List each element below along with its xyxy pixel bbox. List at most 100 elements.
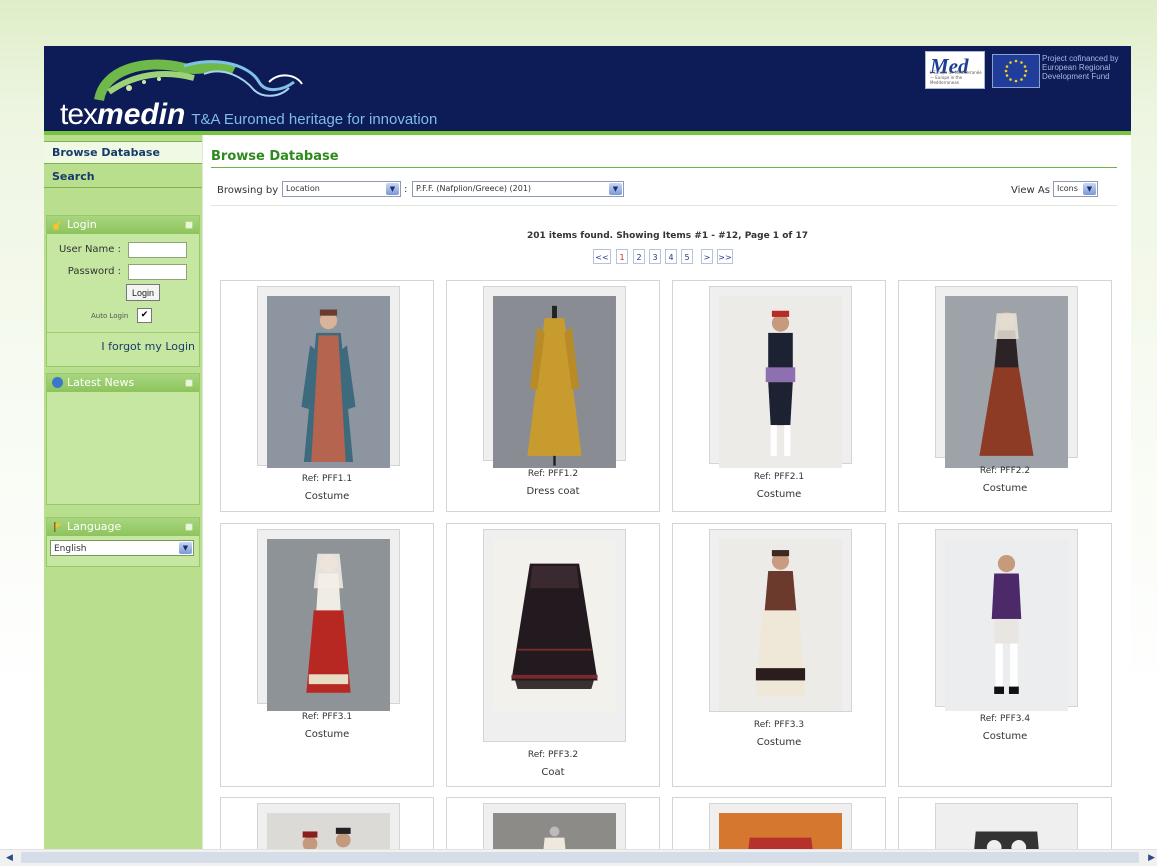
chevron-down-icon[interactable]: ▼	[179, 542, 192, 554]
logo-tagline: T&A Euromed heritage for innovation	[191, 111, 438, 128]
item-thumbnail[interactable]	[935, 803, 1078, 851]
pager-page-2[interactable]: 2	[633, 249, 645, 264]
item-card[interactable]: Ref: PFF2.1 Costume	[672, 280, 886, 512]
item-name[interactable]: Coat	[447, 767, 659, 778]
collapse-icon[interactable]	[185, 523, 193, 531]
item-ref: Ref: PFF3.1	[301, 712, 353, 722]
item-thumbnail[interactable]	[257, 286, 400, 469]
item-thumbnail[interactable]	[935, 529, 1078, 712]
browse-value-select[interactable]: P.F.F. (Nafplion/Greece) (201) ▼	[412, 181, 624, 197]
latest-news-header: Latest News	[47, 374, 199, 392]
item-thumbnail[interactable]	[483, 529, 626, 742]
site-header: texmedin T&A Euromed heritage for innovat…	[44, 46, 1131, 135]
pager-last[interactable]: >>	[717, 249, 733, 264]
view-as-select[interactable]: Icons ▼	[1053, 181, 1098, 197]
key-icon	[52, 219, 63, 230]
language-select[interactable]: English ▼	[50, 540, 194, 556]
item-ref: Ref: PFF1.1	[301, 474, 353, 484]
item-name[interactable]: Dress coat	[447, 486, 659, 497]
pager-page-1[interactable]: 1	[616, 249, 628, 264]
item-thumbnail[interactable]	[257, 529, 400, 712]
item-card[interactable]: Ref: PFF1.2 Dress coat	[446, 280, 660, 512]
scrollbar-thumb[interactable]	[21, 852, 1139, 863]
site-container: texmedin T&A Euromed heritage for innovat…	[44, 46, 1131, 851]
item-card[interactable]: Ref: PFF3.4 Costume	[898, 523, 1112, 787]
item-thumbnail[interactable]	[483, 803, 626, 851]
item-card[interactable]: Ref: PFF3.2 Coat	[446, 523, 660, 787]
login-box-title: Login	[67, 218, 97, 231]
auto-login-checkbox[interactable]: ✔	[137, 308, 152, 323]
chevron-down-icon[interactable]: ▼	[1083, 183, 1096, 195]
scroll-right-arrow-icon[interactable]: ▶	[1148, 853, 1155, 863]
item-thumbnail[interactable]	[483, 286, 626, 469]
collapse-icon[interactable]	[185, 379, 193, 387]
scroll-left-arrow-icon[interactable]: ◀	[6, 853, 13, 863]
item-thumbnail[interactable]	[709, 529, 852, 712]
latest-news-title: Latest News	[67, 376, 135, 389]
view-as-value: Icons	[1057, 184, 1078, 193]
costume-photo	[719, 813, 842, 851]
item-card[interactable]: Ref: PFF2.2 Costume	[898, 280, 1112, 512]
item-thumbnail[interactable]	[257, 803, 400, 851]
med-programme-logo[interactable]: Med L'Europe de Méditerranée — Europe in…	[925, 51, 985, 89]
pager-page-3[interactable]: 3	[649, 249, 661, 264]
logo-text-in: in	[158, 98, 186, 131]
title-divider	[211, 167, 1117, 168]
chevron-down-icon[interactable]: ▼	[609, 183, 622, 195]
browse-value-text: P.F.F. (Nafplion/Greece) (201)	[416, 184, 532, 193]
latest-news-box: Latest News	[46, 373, 200, 505]
username-input[interactable]	[128, 242, 187, 258]
pager-next[interactable]: >	[701, 249, 713, 264]
item-ref: Ref: PFF2.2	[979, 466, 1031, 476]
item-card[interactable]: Ref: PFF1.1 Costume	[220, 280, 434, 512]
costume-photo	[719, 539, 842, 712]
costume-photo	[267, 539, 390, 712]
item-ref: Ref: PFF1.2	[527, 469, 579, 479]
item-name[interactable]: Costume	[899, 483, 1111, 494]
item-name[interactable]: Costume	[221, 729, 433, 740]
pager-first[interactable]: <<	[593, 249, 611, 264]
info-icon	[52, 377, 63, 388]
language-title: Language	[67, 520, 122, 533]
item-card[interactable]	[220, 797, 434, 851]
costume-photo	[267, 296, 390, 469]
costume-photo	[945, 539, 1068, 712]
browse-field-select[interactable]: Location ▼	[282, 181, 401, 197]
logo-text-tex: tex	[60, 98, 98, 131]
view-as-label: View As	[1011, 185, 1050, 196]
item-card[interactable]	[672, 797, 886, 851]
collapse-icon[interactable]	[185, 221, 193, 229]
horizontal-scrollbar[interactable]: ◀ ▶	[0, 849, 1157, 866]
item-name[interactable]: Costume	[221, 491, 433, 502]
sidebar-item-search[interactable]: Search	[44, 166, 202, 188]
login-button-row: Login	[47, 284, 199, 306]
password-row: Password :	[47, 262, 199, 284]
language-box: Language English ▼	[46, 517, 200, 567]
item-thumbnail[interactable]	[709, 803, 852, 851]
chevron-down-icon[interactable]: ▼	[386, 183, 399, 195]
pager-page-5[interactable]: 5	[681, 249, 693, 264]
browse-separator: :	[404, 184, 408, 195]
item-thumbnail[interactable]	[709, 286, 852, 469]
item-card[interactable]: Ref: PFF3.3 Costume	[672, 523, 886, 787]
texmedin-logo[interactable]: texmedin T&A Euromed heritage for innovat…	[60, 98, 437, 132]
item-card[interactable]: Ref: PFF3.1 Costume	[220, 523, 434, 787]
item-name[interactable]: Costume	[673, 489, 885, 500]
forgot-login-link[interactable]: I forgot my Login	[101, 340, 195, 353]
item-ref: Ref: PFF3.3	[753, 720, 805, 730]
sidebar-item-browse-database[interactable]: Browse Database	[44, 141, 202, 164]
costume-photo	[719, 296, 842, 469]
username-row: User Name :	[47, 240, 199, 262]
item-card[interactable]	[446, 797, 660, 851]
browse-bar: Browsing by Location ▼ : P.F.F. (Nafplio…	[211, 175, 1117, 206]
login-box: Login User Name : Password : Login Auto …	[46, 215, 200, 367]
item-name[interactable]: Costume	[673, 737, 885, 748]
login-button[interactable]: Login	[126, 284, 160, 301]
pager-page-4[interactable]: 4	[665, 249, 677, 264]
costume-photo	[945, 813, 1068, 851]
password-input[interactable]	[128, 264, 187, 280]
item-name[interactable]: Costume	[899, 731, 1111, 742]
login-box-header: Login	[47, 216, 199, 234]
item-card[interactable]	[898, 797, 1112, 851]
item-thumbnail[interactable]	[935, 286, 1078, 469]
